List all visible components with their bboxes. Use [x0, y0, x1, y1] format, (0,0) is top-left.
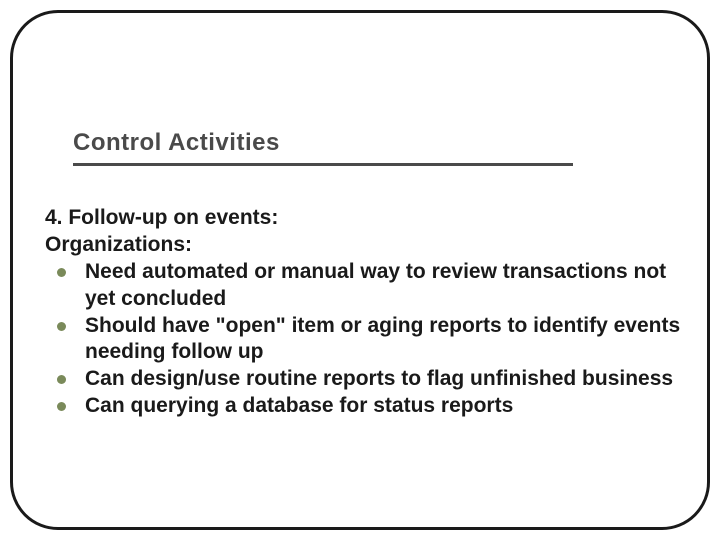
- content-subheading: Organizations:: [45, 232, 685, 259]
- title-block: Control Activities: [73, 129, 573, 166]
- bullet-text: Can design/use routine reports to flag u…: [85, 367, 673, 390]
- list-item: Can design/use routine reports to flag u…: [51, 366, 685, 393]
- bullet-text: Can querying a database for status repor…: [85, 394, 513, 417]
- list-item: Should have "open" item or aging reports…: [51, 313, 685, 367]
- slide-title: Control Activities: [73, 129, 573, 163]
- title-underline: [73, 163, 573, 166]
- content-block: 4. Follow-up on events: Organizations: N…: [45, 205, 685, 420]
- bullet-list: Need automated or manual way to review t…: [45, 259, 685, 420]
- list-item: Need automated or manual way to review t…: [51, 259, 685, 313]
- list-item: Can querying a database for status repor…: [51, 393, 685, 420]
- content-heading: 4. Follow-up on events:: [45, 205, 685, 232]
- slide-frame: Control Activities 4. Follow-up on event…: [10, 10, 710, 530]
- bullet-text: Need automated or manual way to review t…: [85, 260, 666, 310]
- bullet-text: Should have "open" item or aging reports…: [85, 314, 680, 364]
